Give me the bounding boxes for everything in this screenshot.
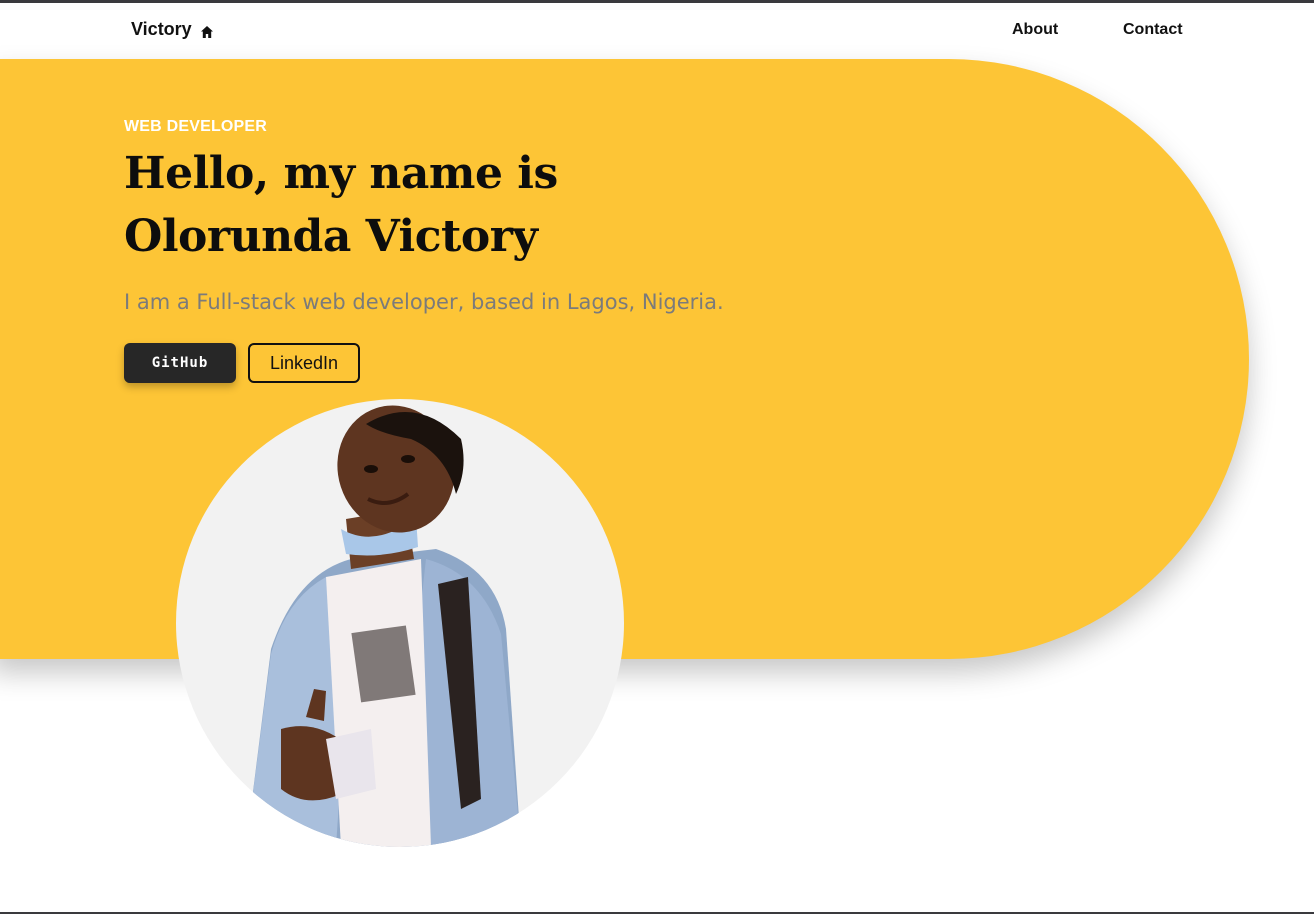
nav-link-contact[interactable]: Contact [1123,21,1183,39]
profile-photo [176,399,624,847]
hero-eyebrow: WEB DEVELOPER [124,118,268,135]
home-icon [200,23,214,38]
nav-link-about[interactable]: About [1012,21,1058,39]
linkedin-button[interactable]: LinkedIn [248,343,360,383]
github-button[interactable]: GitHub [124,343,236,383]
brand-name: Victory [131,19,192,39]
navbar: Victory About Contact [0,3,1314,59]
page: Victory About Contact WEB DEVELOPER Hell… [0,0,1314,914]
hero-tagline: I am a Full-stack web developer, based i… [124,290,724,314]
hero-headline: Hello, my name is Olorunda Victory [124,148,558,262]
brand-link[interactable]: Victory [131,19,214,40]
